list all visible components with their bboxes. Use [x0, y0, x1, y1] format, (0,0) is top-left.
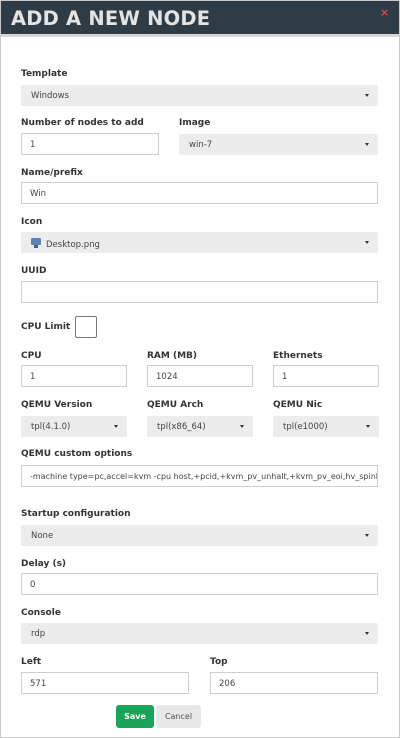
qemu-arch-select[interactable]: tpl(x86_64): [147, 416, 253, 437]
qemu-arch-label: QEMU Arch: [147, 400, 204, 410]
uuid-input[interactable]: [21, 281, 378, 303]
qemu-options-input[interactable]: -machine type=pc,accel=kvm -cpu host,+pc…: [21, 465, 378, 487]
icon-label: Icon: [21, 217, 43, 227]
dialog-title: ADD A NEW NODE: [11, 7, 211, 30]
startup-config-label: Startup configuration: [21, 509, 131, 519]
icon-value: Desktop.png: [46, 240, 100, 250]
chevron-down-icon: [240, 425, 244, 428]
chevron-down-icon: [365, 143, 369, 146]
image-label: Image: [179, 118, 211, 128]
ram-label: RAM (MB): [147, 351, 198, 361]
startup-config-select[interactable]: None: [21, 525, 378, 546]
cancel-button[interactable]: Cancel: [156, 705, 201, 728]
chevron-down-icon: [366, 425, 370, 428]
cpu-label: CPU: [21, 351, 42, 361]
dialog-header: ADD A NEW NODE ×: [1, 1, 399, 37]
name-prefix-label: Name/prefix: [21, 168, 83, 178]
startup-config-value: None: [31, 531, 54, 541]
top-input[interactable]: 206: [210, 672, 378, 694]
save-button[interactable]: Save: [116, 705, 154, 728]
ethernets-label: Ethernets: [273, 351, 323, 361]
cpu-input[interactable]: 1: [21, 365, 127, 387]
qemu-version-select[interactable]: tpl(4.1.0): [21, 416, 127, 437]
qemu-nic-value: tpl(e1000): [283, 422, 328, 432]
qemu-nic-label: QEMU Nic: [273, 400, 323, 410]
qemu-arch-value: tpl(x86_64): [157, 422, 206, 432]
num-nodes-input[interactable]: 1: [21, 133, 159, 155]
top-label: Top: [210, 657, 228, 667]
template-select[interactable]: Windows: [21, 85, 378, 106]
qemu-version-label: QEMU Version: [21, 400, 93, 410]
chevron-down-icon: [365, 94, 369, 97]
icon-select[interactable]: Desktop.png: [21, 232, 378, 253]
uuid-label: UUID: [21, 266, 47, 276]
qemu-nic-select[interactable]: tpl(e1000): [273, 416, 379, 437]
left-input[interactable]: 571: [21, 672, 189, 694]
delay-label: Delay (s): [21, 559, 67, 569]
delay-input[interactable]: 0: [21, 573, 378, 595]
image-select[interactable]: win-7: [179, 134, 378, 155]
desktop-monitor-icon: [31, 238, 41, 248]
template-label: Template: [21, 69, 68, 79]
image-value: win-7: [189, 140, 213, 150]
ram-input[interactable]: 1024: [147, 365, 253, 387]
close-icon[interactable]: ×: [380, 6, 389, 19]
chevron-down-icon: [114, 425, 118, 428]
ethernets-input[interactable]: 1: [273, 365, 379, 387]
add-node-dialog: ADD A NEW NODE × Template Windows Number…: [0, 0, 400, 738]
cpu-limit-label: CPU Limit: [21, 322, 71, 332]
console-select[interactable]: rdp: [21, 623, 378, 644]
qemu-version-value: tpl(4.1.0): [31, 422, 71, 432]
num-nodes-label: Number of nodes to add: [21, 118, 144, 128]
chevron-down-icon: [365, 632, 369, 635]
console-value: rdp: [31, 629, 46, 639]
chevron-down-icon: [365, 241, 369, 244]
chevron-down-icon: [365, 534, 369, 537]
template-value: Windows: [31, 91, 69, 101]
qemu-options-label: QEMU custom options: [21, 449, 133, 459]
cpu-limit-checkbox[interactable]: [75, 316, 97, 338]
left-label: Left: [21, 657, 42, 667]
name-prefix-input[interactable]: Win: [21, 182, 378, 204]
console-label: Console: [21, 608, 61, 618]
